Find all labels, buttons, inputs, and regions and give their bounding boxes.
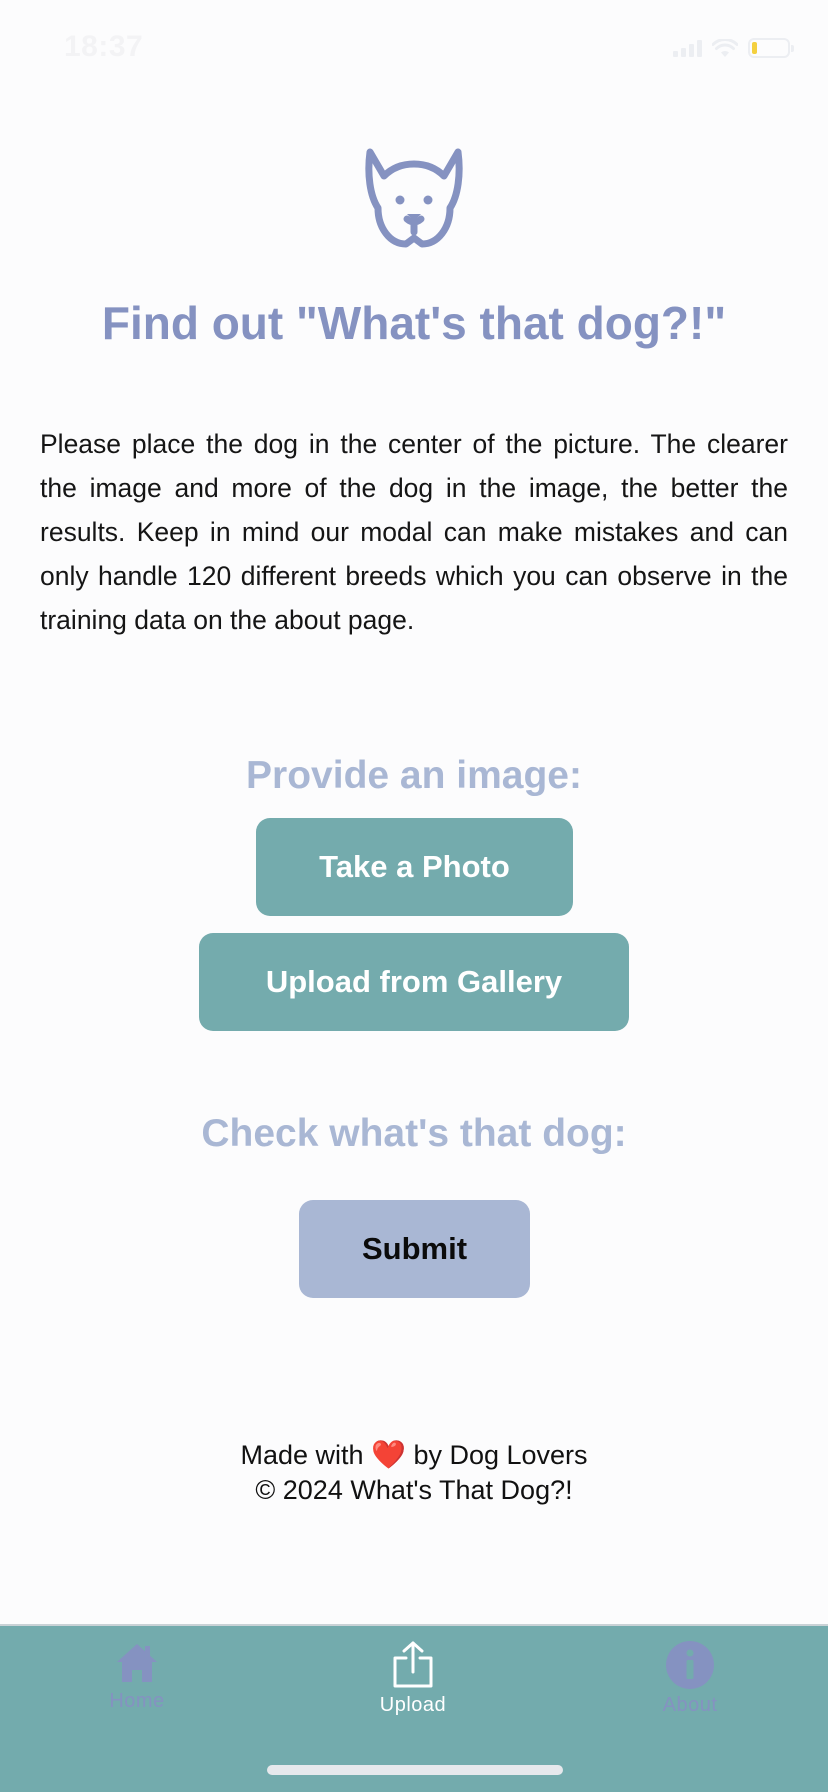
home-icon bbox=[117, 1644, 157, 1682]
submit-button[interactable]: Submit bbox=[299, 1200, 530, 1298]
tab-home-label: Home bbox=[109, 1690, 165, 1712]
by-dog-lovers-text: by Dog Lovers bbox=[413, 1440, 588, 1470]
take-photo-button[interactable]: Take a Photo bbox=[256, 818, 573, 916]
provide-image-heading: Provide an image: bbox=[246, 754, 582, 797]
tab-about[interactable]: About bbox=[610, 1640, 770, 1736]
made-with-text: Made with bbox=[240, 1440, 364, 1470]
info-icon bbox=[666, 1641, 714, 1689]
tab-home[interactable]: Home bbox=[57, 1640, 217, 1736]
dog-face-icon bbox=[365, 148, 463, 248]
cellular-signal-icon bbox=[673, 39, 702, 57]
upload-gallery-button[interactable]: Upload from Gallery bbox=[199, 933, 629, 1031]
status-icons bbox=[673, 38, 794, 58]
page-title: Find out "What's that dog?!" bbox=[101, 297, 727, 349]
status-bar: 18:37 bbox=[0, 0, 828, 96]
wifi-icon bbox=[712, 38, 738, 57]
status-time: 18:37 bbox=[64, 30, 144, 63]
tab-about-label: About bbox=[662, 1694, 718, 1716]
made-with-line: Made with ❤️ by Dog Lovers bbox=[0, 1437, 828, 1473]
tab-upload-label: Upload bbox=[379, 1694, 447, 1716]
home-indicator bbox=[267, 1765, 563, 1775]
instructions-text: Please place the dog in the center of th… bbox=[40, 429, 788, 635]
heart-icon: ❤️ bbox=[371, 1439, 406, 1470]
upload-icon bbox=[393, 1641, 433, 1688]
tab-upload[interactable]: Upload bbox=[333, 1640, 493, 1736]
footer: Made with ❤️ by Dog Lovers © 2024 What's… bbox=[0, 1437, 828, 1508]
battery-icon bbox=[748, 38, 794, 58]
copyright-text: © 2024 What's That Dog?! bbox=[255, 1475, 573, 1505]
check-dog-heading: Check what's that dog: bbox=[201, 1112, 627, 1155]
